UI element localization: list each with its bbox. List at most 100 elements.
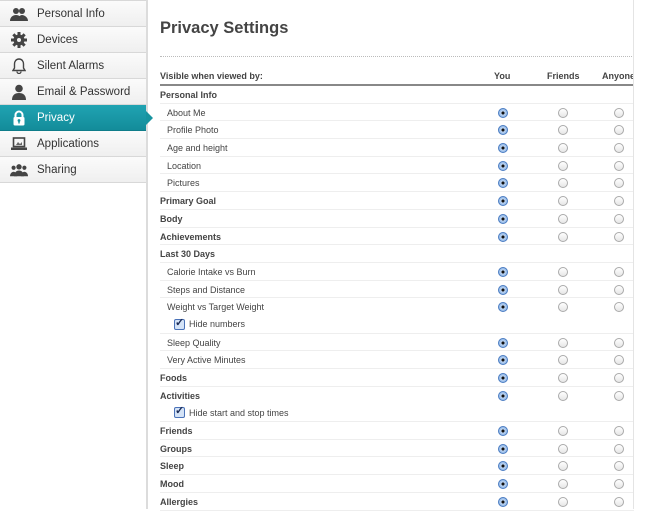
radio-anyone[interactable]	[614, 302, 624, 313]
radio-friends[interactable]	[558, 443, 568, 454]
row-label: Weight vs Target Weight	[167, 302, 265, 313]
radio-friends[interactable]	[558, 390, 568, 401]
radio-anyone[interactable]	[614, 266, 624, 277]
users-icon	[10, 6, 28, 22]
scrollbar-track[interactable]	[633, 0, 650, 509]
radio-you[interactable]	[498, 355, 508, 366]
radio-friends[interactable]	[558, 302, 568, 313]
radio-friends[interactable]	[558, 461, 568, 472]
radio-anyone[interactable]	[614, 178, 624, 189]
radio-friends[interactable]	[558, 426, 568, 437]
sidebar-item-label: Devices	[37, 33, 78, 46]
sidebar-item-label: Email & Password	[37, 85, 131, 98]
sidebar-item-devices[interactable]: Devices	[0, 27, 146, 53]
radio-you[interactable]	[498, 479, 508, 490]
radio-you[interactable]	[498, 390, 508, 401]
radio-friends[interactable]	[558, 479, 568, 490]
header-friends: Friends	[547, 71, 580, 81]
radio-friends[interactable]	[558, 373, 568, 383]
radio-friends[interactable]	[558, 143, 568, 154]
row-label: Activities	[160, 390, 201, 401]
radio-you[interactable]	[498, 231, 508, 242]
radio-you[interactable]	[498, 178, 508, 189]
sidebar-item-label: Applications	[37, 137, 100, 150]
radio-you[interactable]	[498, 284, 508, 295]
table-row: Allergies	[160, 493, 634, 511]
radio-anyone[interactable]	[614, 284, 624, 295]
radio-anyone[interactable]	[614, 390, 624, 401]
row-label: Personal Info	[160, 90, 218, 100]
radio-you[interactable]	[498, 196, 508, 207]
title-divider	[160, 56, 634, 57]
radio-friends[interactable]	[558, 125, 568, 136]
radio-you[interactable]	[498, 302, 508, 313]
radio-you[interactable]	[498, 373, 508, 383]
radio-friends[interactable]	[558, 107, 568, 118]
radio-anyone[interactable]	[614, 461, 624, 472]
radio-you[interactable]	[498, 213, 508, 224]
header-anyone: Anyone	[602, 71, 636, 81]
row-label: Pictures	[167, 178, 200, 189]
radio-you[interactable]	[498, 443, 508, 454]
radio-you[interactable]	[498, 125, 508, 136]
checkbox[interactable]	[174, 316, 185, 330]
table-row: Friends	[160, 422, 634, 440]
radio-you[interactable]	[498, 496, 508, 507]
checkbox-option: Hide start and stop times	[174, 404, 289, 419]
radio-you[interactable]	[498, 337, 508, 348]
checkbox-label: Hide numbers	[189, 319, 246, 330]
radio-friends[interactable]	[558, 231, 568, 242]
sidebar-item-privacy[interactable]: Privacy	[0, 105, 153, 131]
radio-friends[interactable]	[558, 266, 568, 277]
radio-friends[interactable]	[558, 337, 568, 348]
sidebar-item-email-password[interactable]: Email & Password	[0, 79, 146, 105]
row-label: Sleep Quality	[167, 337, 221, 348]
radio-friends[interactable]	[558, 160, 568, 171]
radio-you[interactable]	[498, 107, 508, 118]
radio-you[interactable]	[498, 461, 508, 472]
table-row: Pictures	[160, 174, 634, 193]
header-visible-label: Visible when viewed by:	[160, 71, 263, 81]
radio-anyone[interactable]	[614, 107, 624, 118]
checkbox[interactable]	[174, 404, 185, 419]
option-row: Hide start and stop times	[160, 404, 634, 423]
radio-anyone[interactable]	[614, 443, 624, 454]
radio-anyone[interactable]	[614, 496, 624, 507]
radio-anyone[interactable]	[614, 355, 624, 366]
radio-you[interactable]	[498, 266, 508, 277]
radio-anyone[interactable]	[614, 143, 624, 154]
sidebar-item-silent-alarms[interactable]: Silent Alarms	[0, 53, 146, 79]
sidebar-item-label: Privacy	[37, 111, 75, 124]
table-row: Sleep	[160, 457, 634, 476]
table-row: Profile Photo	[160, 121, 634, 140]
sidebar-item-personal-info[interactable]: Personal Info	[0, 0, 146, 27]
table-row: Mood	[160, 475, 634, 493]
radio-anyone[interactable]	[614, 231, 624, 242]
sidebar-item-applications[interactable]: Applications	[0, 131, 146, 157]
radio-anyone[interactable]	[614, 479, 624, 490]
radio-anyone[interactable]	[614, 426, 624, 437]
radio-friends[interactable]	[558, 196, 568, 207]
lock-icon	[10, 110, 28, 126]
row-label: Sleep	[160, 461, 185, 472]
radio-friends[interactable]	[558, 496, 568, 507]
row-label: Profile Photo	[167, 125, 219, 136]
radio-anyone[interactable]	[614, 337, 624, 348]
table-row: Foods	[160, 369, 634, 387]
sidebar-item-sharing[interactable]: Sharing	[0, 157, 146, 183]
radio-friends[interactable]	[558, 178, 568, 189]
header-you: You	[494, 71, 511, 81]
radio-you[interactable]	[498, 160, 508, 171]
radio-anyone[interactable]	[614, 373, 624, 383]
radio-anyone[interactable]	[614, 213, 624, 224]
radio-friends[interactable]	[558, 213, 568, 224]
radio-anyone[interactable]	[614, 196, 624, 207]
radio-friends[interactable]	[558, 355, 568, 366]
row-label: Steps and Distance	[167, 284, 246, 295]
radio-anyone[interactable]	[614, 160, 624, 171]
row-label: Body	[160, 213, 183, 224]
radio-you[interactable]	[498, 143, 508, 154]
radio-you[interactable]	[498, 426, 508, 437]
radio-anyone[interactable]	[614, 125, 624, 136]
radio-friends[interactable]	[558, 284, 568, 295]
